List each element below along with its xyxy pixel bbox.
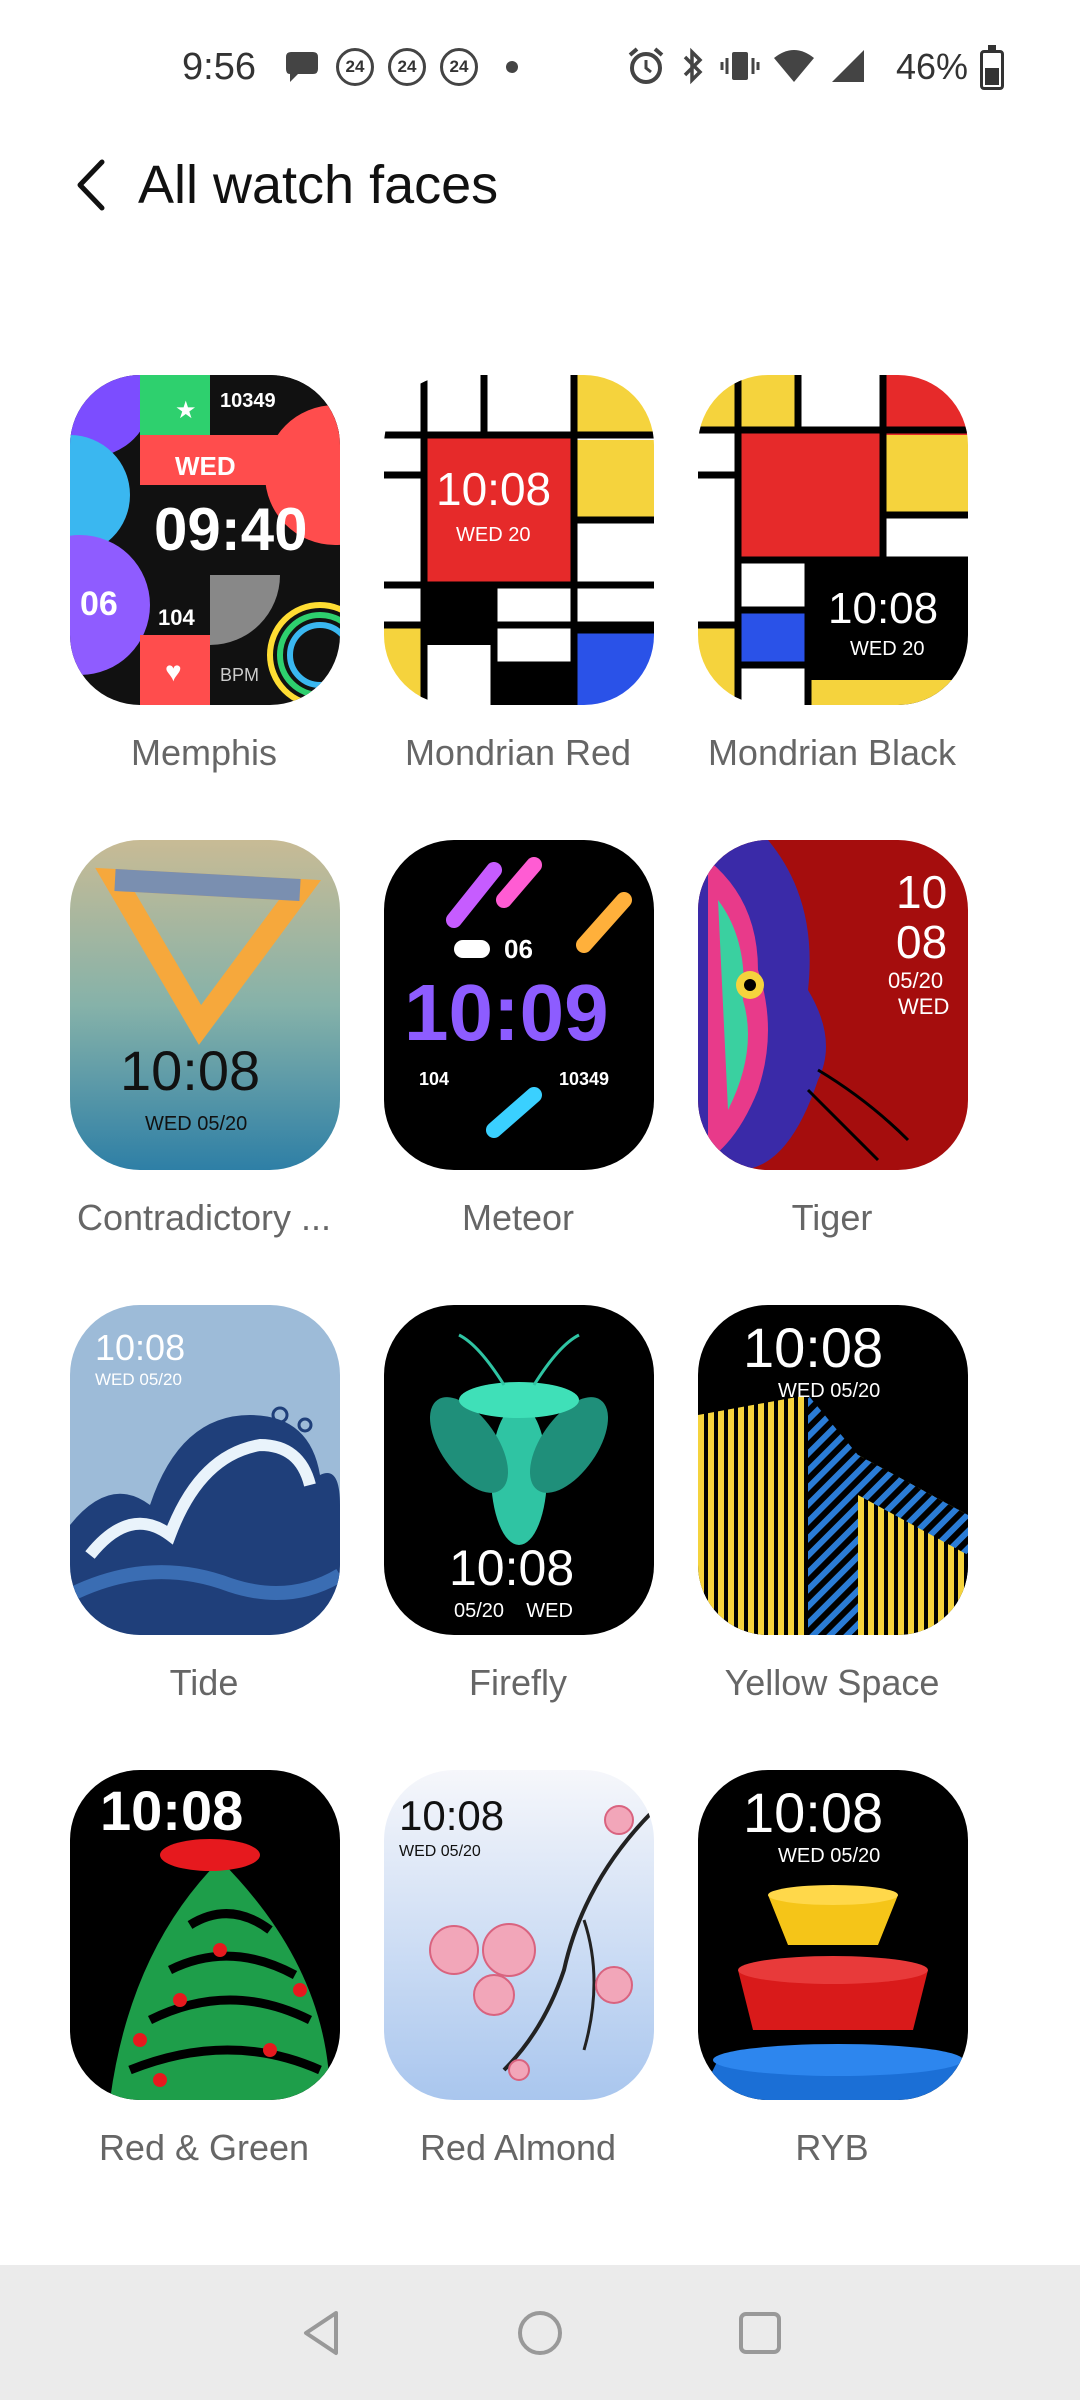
signal-icon	[832, 50, 864, 82]
status-bar: 9:56 24 24 24 46%	[0, 0, 1080, 140]
svg-text:WED 20: WED 20	[850, 638, 924, 660]
watch-face-preview: 10:08	[70, 1770, 340, 2100]
face-time: 10:08	[436, 463, 551, 515]
vibrate-icon	[720, 52, 760, 80]
watch-face-card[interactable]: 10:08 WED 05/20 RYB	[675, 1755, 989, 2195]
back-button[interactable]	[58, 150, 128, 220]
navigation-bar	[0, 2265, 1080, 2400]
more-notifications-dot	[506, 61, 518, 73]
watch-face-name: Mondrian Red	[404, 732, 632, 773]
watch-face-preview: 10:08 05/20 WED	[384, 1305, 654, 1635]
svg-text:06: 06	[80, 585, 118, 623]
watch-face-card[interactable]: 10:08 WED 05/20 Tide	[47, 1290, 361, 1730]
badge-icon: 24	[440, 48, 478, 86]
system-icons	[626, 46, 868, 86]
watch-face-name: Red Almond	[419, 2127, 617, 2168]
status-time: 9:56	[182, 46, 256, 88]
watch-face-name: Memphis	[130, 732, 278, 773]
watch-face-card[interactable]: 10:08 WED 05/20 Red Almond	[361, 1755, 675, 2195]
watch-face-name: Contradictory ...	[76, 1197, 332, 1238]
watch-face-name: Tiger	[791, 1197, 873, 1238]
watch-face-preview: 10:08 WED 05/20	[70, 840, 340, 1170]
face-time: 10:08	[100, 1779, 243, 1842]
bluetooth-icon	[683, 47, 703, 85]
watch-face-card[interactable]: 10:08 WED 20 Mondrian Black	[675, 360, 989, 800]
svg-text:10: 10	[896, 866, 947, 918]
watch-face-preview: ★ 10349 WED 09:40 06 104 ♥ BPM	[70, 375, 340, 705]
svg-text:★: ★	[175, 397, 197, 424]
svg-text:06: 06	[504, 934, 533, 964]
svg-text:WED 05/20: WED 05/20	[778, 1845, 880, 1867]
chevron-left-icon	[77, 159, 105, 211]
alarm-icon	[628, 47, 664, 84]
face-time: 10:08	[743, 1781, 883, 1844]
face-time: 10:08	[828, 584, 938, 633]
watch-face-card[interactable]: 10 08 05/20 WED Tiger	[675, 825, 989, 1265]
watch-face-preview: 06 10:09 104 10349	[384, 840, 654, 1170]
svg-text:104: 104	[158, 605, 195, 630]
notification-icons: 24 24 24	[282, 48, 518, 86]
nav-recents-icon[interactable]	[730, 2303, 790, 2363]
app-bar: All watch faces	[0, 140, 1080, 230]
face-steps: 10349	[220, 390, 276, 412]
watch-face-preview: 10:08 WED 05/20	[698, 1305, 968, 1635]
wifi-icon	[774, 50, 814, 82]
svg-text:WED 20: WED 20	[456, 524, 530, 546]
watch-face-preview: 10:08 WED 20	[698, 375, 968, 705]
face-time: 10:08	[95, 1327, 185, 1368]
face-time: 10:08	[449, 1540, 574, 1596]
svg-text:104: 104	[419, 1069, 449, 1089]
nav-back-icon[interactable]	[292, 2303, 352, 2363]
svg-text:08: 08	[896, 916, 947, 968]
watch-face-name: Tide	[169, 1662, 239, 1703]
badge-icon: 24	[388, 48, 426, 86]
page-title: All watch faces	[138, 155, 499, 215]
face-time: 10:09	[404, 968, 609, 1057]
watch-face-name: Red & Green	[98, 2127, 310, 2168]
watch-face-name: Yellow Space	[724, 1662, 940, 1703]
battery-icon	[980, 45, 1004, 90]
face-day: WED	[175, 451, 236, 481]
watch-face-card[interactable]: 10:08 WED 20 Mondrian Red	[361, 360, 675, 800]
svg-text:♥: ♥	[165, 656, 182, 687]
svg-text:WED 05/20: WED 05/20	[399, 1843, 481, 1860]
watch-face-card[interactable]: 06 10:09 104 10349 Meteor	[361, 825, 675, 1265]
watch-face-preview: 10:08 WED 05/20	[384, 1770, 654, 2100]
badge-icon: 24	[336, 48, 374, 86]
watch-face-name: RYB	[795, 2127, 869, 2168]
battery-percent: 46%	[896, 46, 969, 87]
svg-text:05/20 WED: 05/20 WED	[454, 1600, 573, 1622]
watch-face-preview: 10:08 WED 05/20	[698, 1770, 968, 2100]
watch-face-preview: 10 08 05/20 WED	[698, 840, 968, 1170]
watch-face-card[interactable]: 10:08 05/20 WED Firefly	[361, 1290, 675, 1730]
svg-text:BPM: BPM	[220, 665, 259, 685]
watch-face-name: Meteor	[461, 1197, 575, 1238]
nav-home-icon[interactable]	[510, 2303, 570, 2363]
chat-icon	[286, 52, 318, 82]
watch-face-name: Firefly	[469, 1662, 567, 1703]
svg-text:WED 05/20: WED 05/20	[145, 1113, 247, 1135]
face-time: 10:08	[399, 1792, 504, 1839]
watch-face-name: Mondrian Black	[707, 732, 957, 773]
face-time: 10:08	[743, 1316, 883, 1379]
svg-text:05/20: 05/20	[888, 968, 943, 993]
svg-text:WED 05/20: WED 05/20	[95, 1370, 182, 1389]
svg-text:10349: 10349	[559, 1069, 609, 1089]
watch-face-preview: 10:08 WED 05/20	[70, 1305, 340, 1635]
watch-face-card[interactable]: 10:08 WED 05/20 Yellow Space	[675, 1290, 989, 1730]
watch-face-card[interactable]: 10:08 Red & Green	[47, 1755, 361, 2195]
watch-face-card[interactable]: 10:08 WED 05/20 Contradictory ...	[47, 825, 361, 1265]
watch-face-preview: 10:08 WED 20	[384, 375, 654, 705]
face-time: 10:08	[120, 1039, 260, 1102]
svg-text:WED: WED	[898, 994, 949, 1019]
watch-face-card[interactable]: ★ 10349 WED 09:40 06 104 ♥ BPM Memphis	[47, 360, 361, 800]
face-time: 09:40	[154, 496, 307, 563]
svg-text:WED 05/20: WED 05/20	[778, 1380, 880, 1402]
